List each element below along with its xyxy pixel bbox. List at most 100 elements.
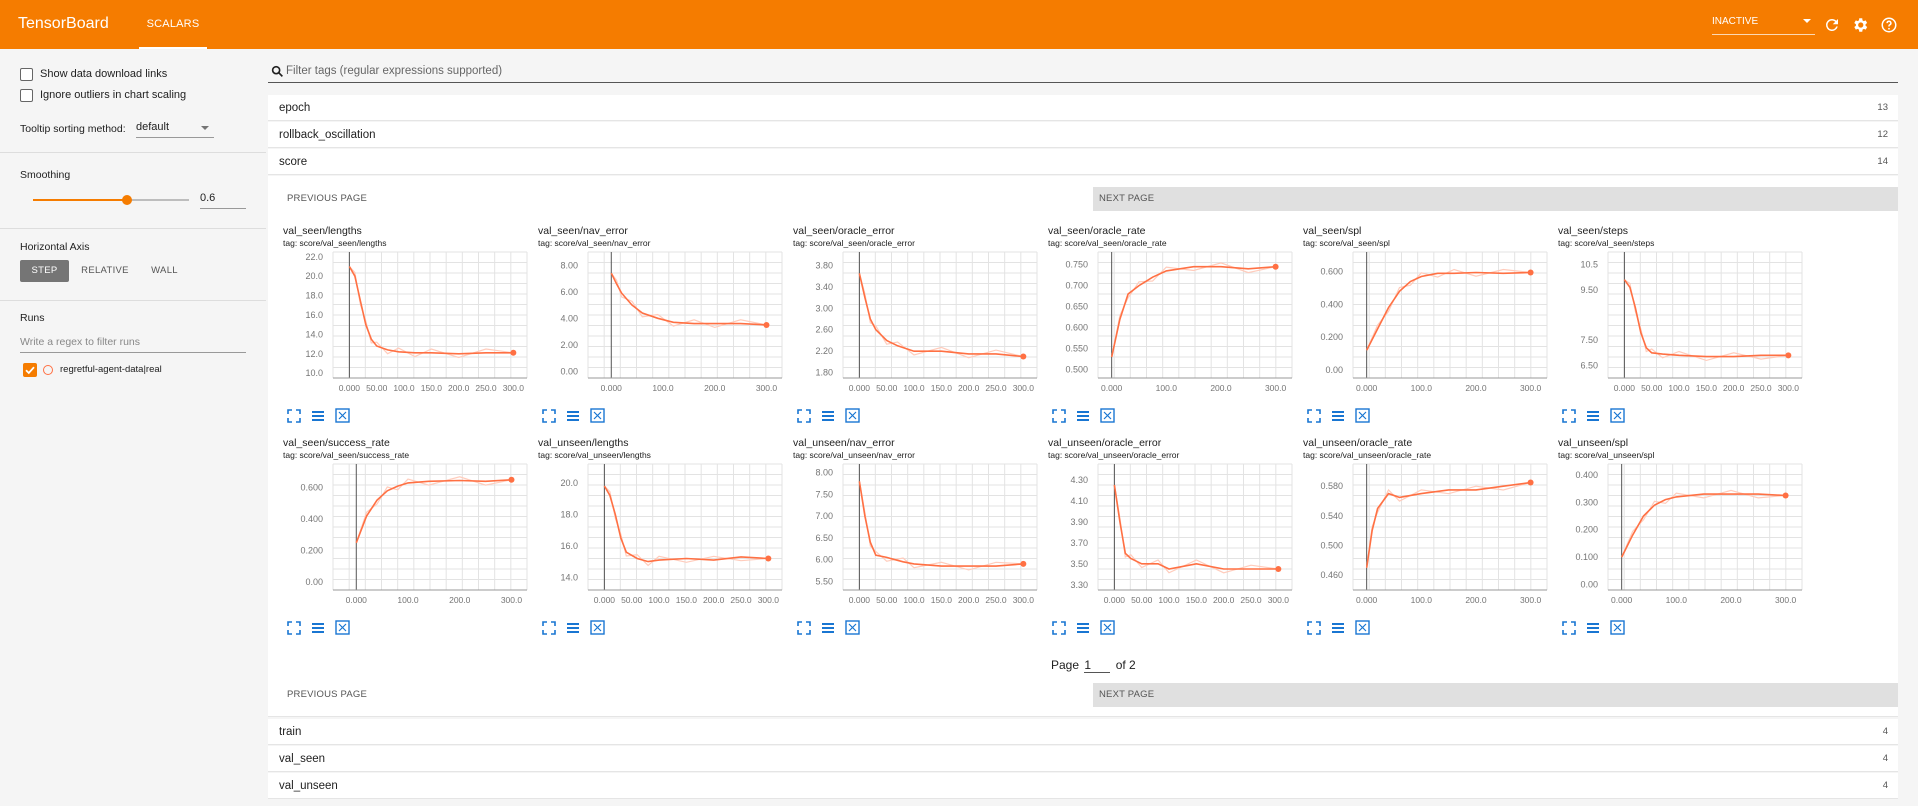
axis-wall-button[interactable]: WALL: [140, 260, 189, 282]
log-scale-icon[interactable]: [1331, 621, 1345, 635]
fit-domain-icon[interactable]: [335, 408, 350, 423]
run-color-swatch[interactable]: [43, 365, 53, 375]
x-tick-label: 0.000: [1356, 383, 1378, 393]
tooltip-sorting-select[interactable]: default: [136, 120, 214, 138]
fullscreen-icon[interactable]: [1052, 409, 1066, 423]
chart-tag: tag: score/val_seen/oracle_rate: [1048, 238, 1167, 248]
log-scale-icon[interactable]: [1076, 621, 1090, 635]
fullscreen-icon[interactable]: [797, 621, 811, 635]
log-scale-icon[interactable]: [821, 621, 835, 635]
chart-toolbar: [287, 620, 350, 640]
smoothing-slider-thumb[interactable]: [122, 195, 132, 205]
log-scale-icon[interactable]: [1586, 621, 1600, 635]
log-scale-icon[interactable]: [1331, 409, 1345, 423]
category-train[interactable]: train 4: [268, 719, 1898, 745]
tag-filter-input[interactable]: Filter tags (regular expressions support…: [268, 61, 1898, 83]
axis-step-button[interactable]: STEP: [20, 260, 69, 282]
category-score[interactable]: score 14: [268, 149, 1898, 175]
x-tick-label: 150.0: [421, 383, 443, 393]
runs-filter-input[interactable]: Write a regex to filter runs: [20, 334, 246, 353]
fit-domain-icon[interactable]: [335, 620, 350, 635]
y-tick-label: 0.700: [1065, 281, 1088, 291]
chart-plot[interactable]: 10.5 9.50 7.50 6.50 0.000 50.00 100.0 150.0 200.…: [1558, 248, 1808, 398]
x-tick-label: 200.0: [958, 595, 980, 605]
y-tick-label: 0.400: [300, 514, 323, 524]
chart-plot[interactable]: 0.600 0.400 0.200 0.00 0.000 100.0 200.0 300.0: [283, 460, 533, 610]
previous-page-button-bottom[interactable]: PREVIOUS PAGE: [287, 683, 407, 707]
fit-domain-icon[interactable]: [1355, 620, 1370, 635]
smoothing-input[interactable]: 0.6: [200, 191, 246, 209]
chart-plot[interactable]: 4.30 4.10 3.90 3.70 3.50 3.30 0.000 50.00 100.0 1…: [1048, 460, 1298, 610]
fit-domain-icon[interactable]: [1355, 408, 1370, 423]
last-point-marker: [1020, 353, 1027, 360]
category-val-seen[interactable]: val_seen 4: [268, 746, 1898, 772]
fit-domain-icon[interactable]: [590, 620, 605, 635]
last-point-marker: [508, 476, 515, 483]
fullscreen-icon[interactable]: [1562, 621, 1576, 635]
chart-plot[interactable]: 0.600 0.400 0.200 0.00 0.000 100.0 200.0 300.0: [1303, 248, 1553, 398]
fullscreen-icon[interactable]: [287, 621, 301, 635]
page-number-input[interactable]: 1: [1084, 658, 1111, 673]
category-rollback-oscillation[interactable]: rollback_oscillation 12: [268, 122, 1898, 148]
x-tick-label: 100.0: [1411, 595, 1433, 605]
last-point-marker: [1785, 352, 1792, 359]
x-tick-label: 100.0: [1666, 595, 1688, 605]
inactive-plugins-select[interactable]: INACTIVE: [1712, 15, 1815, 35]
fullscreen-icon[interactable]: [1307, 409, 1321, 423]
chart-plot[interactable]: 8.00 7.50 7.00 6.50 6.00 5.50 0.000 50.00 100.0 1…: [793, 460, 1043, 610]
next-page-button[interactable]: NEXT PAGE: [1093, 187, 1898, 211]
log-scale-icon[interactable]: [311, 621, 325, 635]
show-download-links-checkbox[interactable]: [20, 68, 33, 81]
fullscreen-icon[interactable]: [542, 621, 556, 635]
fullscreen-icon[interactable]: [1562, 409, 1576, 423]
fit-domain-icon[interactable]: [845, 408, 860, 423]
fit-domain-icon[interactable]: [1100, 408, 1115, 423]
log-scale-icon[interactable]: [566, 409, 580, 423]
settings-gear-icon[interactable]: [1851, 16, 1869, 34]
reload-icon[interactable]: [1823, 16, 1841, 34]
chart-card: val_seen/oracle_error tag: score/val_seen…: [793, 225, 1048, 425]
run-checkbox[interactable]: [23, 363, 37, 377]
previous-page-button[interactable]: PREVIOUS PAGE: [287, 187, 407, 211]
log-scale-icon[interactable]: [821, 409, 835, 423]
chart-plot[interactable]: 0.400 0.300 0.200 0.100 0.00 0.000 100.0 200.0 3…: [1558, 460, 1808, 610]
y-tick-label: 2.00: [560, 340, 578, 350]
chart-plot[interactable]: 22.0 20.0 18.0 16.0 14.0 12.0 10.0 0.000 50.00 10…: [283, 248, 533, 398]
log-scale-icon[interactable]: [311, 409, 325, 423]
log-scale-icon[interactable]: [566, 621, 580, 635]
chart-tag: tag: score/val_seen/lengths: [283, 238, 387, 248]
fit-domain-icon[interactable]: [1610, 408, 1625, 423]
log-scale-icon[interactable]: [1076, 409, 1090, 423]
chart-plot[interactable]: 3.80 3.40 3.00 2.60 2.20 1.80 0.000 50.00 100.0 1…: [793, 248, 1043, 398]
ignore-outliers-checkbox[interactable]: [20, 89, 33, 102]
fit-domain-icon[interactable]: [1100, 620, 1115, 635]
fullscreen-icon[interactable]: [542, 409, 556, 423]
fit-domain-icon[interactable]: [590, 408, 605, 423]
chart-plot[interactable]: 0.580 0.540 0.500 0.460 0.000 100.0 200.0 300.0: [1303, 460, 1553, 610]
fit-domain-icon[interactable]: [1610, 620, 1625, 635]
tab-scalars[interactable]: SCALARS: [139, 0, 207, 49]
chart-tag: tag: score/val_unseen/spl: [1558, 450, 1655, 460]
help-icon[interactable]: [1880, 16, 1898, 34]
category-val-unseen[interactable]: val_unseen 4: [268, 773, 1898, 799]
chart-card: val_unseen/nav_error tag: score/val_unsee…: [793, 437, 1048, 637]
fullscreen-icon[interactable]: [1052, 621, 1066, 635]
fullscreen-icon[interactable]: [1307, 621, 1321, 635]
axis-relative-button[interactable]: RELATIVE: [76, 260, 134, 282]
y-tick-label: 0.650: [1065, 302, 1088, 312]
fullscreen-icon[interactable]: [287, 409, 301, 423]
x-tick-label: 300.0: [1520, 383, 1542, 393]
runs-label: Runs: [20, 312, 45, 324]
next-page-button-bottom[interactable]: NEXT PAGE: [1093, 683, 1898, 707]
fullscreen-icon[interactable]: [797, 409, 811, 423]
y-tick-label: 3.40: [815, 282, 833, 292]
log-scale-icon[interactable]: [1586, 409, 1600, 423]
chart-plot[interactable]: 20.0 18.0 16.0 14.0 0.000 50.00 100.0 150.0 200.…: [538, 460, 788, 610]
fit-domain-icon[interactable]: [845, 620, 860, 635]
x-tick-label: 200.0: [1720, 595, 1742, 605]
chart-plot[interactable]: 8.00 6.00 4.00 2.00 0.00 0.000 100.0 200.0 300.0: [538, 248, 788, 398]
x-tick-label: 50.00: [876, 383, 898, 393]
category-epoch[interactable]: epoch 13: [268, 95, 1898, 121]
chart-plot[interactable]: 0.750 0.700 0.650 0.600 0.550 0.500 0.000 100.0…: [1048, 248, 1298, 398]
smoothed-series-line: [1365, 271, 1531, 351]
